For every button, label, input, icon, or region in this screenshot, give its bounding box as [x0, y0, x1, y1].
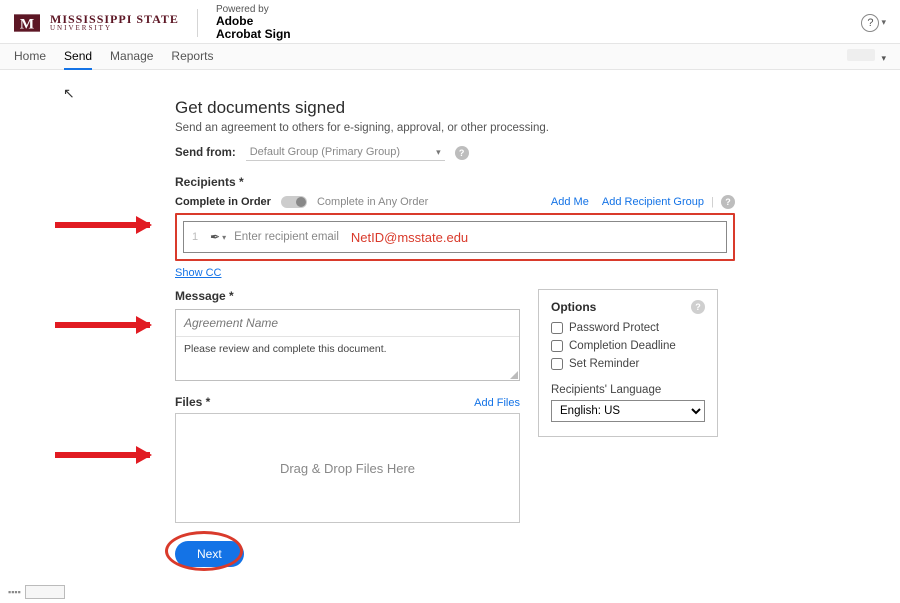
- set-reminder-checkbox[interactable]: [551, 358, 563, 370]
- pen-icon: ✒: [210, 230, 220, 244]
- options-title: Options: [551, 300, 596, 314]
- info-icon[interactable]: ?: [691, 300, 705, 314]
- recipient-order-row: Complete in Order Complete in Any Order …: [175, 195, 735, 209]
- next-button-wrap: Next: [175, 541, 520, 567]
- add-me-link[interactable]: Add Me: [551, 196, 589, 208]
- password-protect-label: Password Protect: [569, 322, 659, 334]
- completion-deadline-option[interactable]: Completion Deadline: [551, 340, 705, 352]
- complete-any-order-label: Complete in Any Order: [317, 196, 428, 208]
- password-protect-option[interactable]: Password Protect: [551, 322, 705, 334]
- cursor-icon: ↖: [63, 85, 75, 102]
- options-panel: Options ? Password Protect Completion De…: [538, 289, 718, 437]
- nav-manage[interactable]: Manage: [110, 44, 153, 70]
- agreement-message-input[interactable]: Please review and complete this document…: [176, 337, 519, 371]
- chevron-down-icon: ▾: [881, 53, 886, 63]
- files-label: Files *: [175, 395, 210, 409]
- info-icon[interactable]: ?: [721, 195, 735, 209]
- set-reminder-label: Set Reminder: [569, 358, 639, 370]
- files-dropzone[interactable]: Drag & Drop Files Here: [175, 413, 520, 523]
- recipient-highlight-box: 1 ✒ ▾ Enter recipient email NetID@msstat…: [175, 213, 735, 261]
- show-cc-link[interactable]: Show CC: [175, 267, 221, 279]
- annotation-circle: [165, 531, 243, 571]
- nav-home[interactable]: Home: [14, 44, 46, 70]
- signer-role-picker[interactable]: ✒ ▾: [210, 230, 226, 244]
- annotation-arrow: [55, 322, 150, 328]
- annotation-arrow: [55, 452, 150, 458]
- message-box: Agreement Name Please review and complet…: [175, 309, 520, 381]
- nav-reports[interactable]: Reports: [171, 44, 213, 70]
- completion-deadline-checkbox[interactable]: [551, 340, 563, 352]
- university-name: MISSISSIPPI STATE UNIVERSITY: [50, 13, 179, 32]
- order-toggle[interactable]: [281, 196, 307, 208]
- resize-handle[interactable]: [510, 371, 518, 379]
- page-subtitle: Send an agreement to others for e-signin…: [175, 122, 735, 134]
- brand-left: M MISSISSIPPI STATE UNIVERSITY Powered b…: [14, 4, 291, 41]
- info-icon[interactable]: ?: [455, 146, 469, 160]
- message-label: Message *: [175, 289, 520, 303]
- send-from-label: Send from:: [175, 147, 236, 159]
- recipient-row[interactable]: 1 ✒ ▾ Enter recipient email NetID@msstat…: [183, 221, 727, 253]
- help-icon: ?: [861, 14, 879, 32]
- brand-divider: [197, 9, 198, 37]
- add-files-link[interactable]: Add Files: [474, 397, 520, 409]
- send-from-value: Default Group (Primary Group): [250, 146, 400, 158]
- send-form: Get documents signed Send an agreement t…: [175, 98, 735, 567]
- complete-in-order-label: Complete in Order: [175, 196, 271, 208]
- account-menu[interactable]: ▾: [847, 49, 886, 64]
- dropzone-text: Drag & Drop Files Here: [280, 461, 415, 476]
- help-menu[interactable]: ? ▾: [861, 14, 886, 32]
- recipients-label: Recipients *: [175, 175, 735, 189]
- recipient-language-select[interactable]: English: US: [551, 400, 705, 422]
- chevron-down-icon: ▾: [222, 233, 226, 242]
- nav-send[interactable]: Send: [64, 44, 92, 70]
- footer-stub: ▪▪▪▪: [8, 585, 65, 599]
- send-from-select[interactable]: Default Group (Primary Group) ▾: [246, 144, 445, 161]
- add-recipient-group-link[interactable]: Add Recipient Group: [602, 196, 704, 208]
- recipient-email-input[interactable]: Enter recipient email: [234, 231, 339, 243]
- send-from-row: Send from: Default Group (Primary Group)…: [175, 144, 735, 161]
- adobe-line2: Acrobat Sign: [216, 28, 291, 41]
- page-title: Get documents signed: [175, 98, 735, 118]
- annotation-arrow: [55, 222, 150, 228]
- recipient-language-label: Recipients' Language: [551, 384, 705, 396]
- university-logo: M: [14, 12, 40, 34]
- recipient-index: 1: [192, 231, 202, 243]
- svg-text:M: M: [20, 15, 34, 32]
- adobe-brand: Powered by Adobe Acrobat Sign: [216, 4, 291, 41]
- brand-bar: M MISSISSIPPI STATE UNIVERSITY Powered b…: [0, 0, 900, 44]
- university-line2: UNIVERSITY: [50, 25, 179, 32]
- completion-deadline-label: Completion Deadline: [569, 340, 676, 352]
- agreement-name-input[interactable]: Agreement Name: [176, 310, 519, 337]
- chevron-down-icon: ▾: [881, 17, 886, 28]
- password-protect-checkbox[interactable]: [551, 322, 563, 334]
- chevron-down-icon: ▾: [436, 147, 441, 158]
- main-nav: Home Send Manage Reports ▾: [0, 44, 900, 70]
- set-reminder-option[interactable]: Set Reminder: [551, 358, 705, 370]
- nav-tabs: Home Send Manage Reports: [14, 44, 213, 70]
- recipient-annotation: NetID@msstate.edu: [351, 230, 468, 245]
- user-name-redacted: [847, 49, 875, 61]
